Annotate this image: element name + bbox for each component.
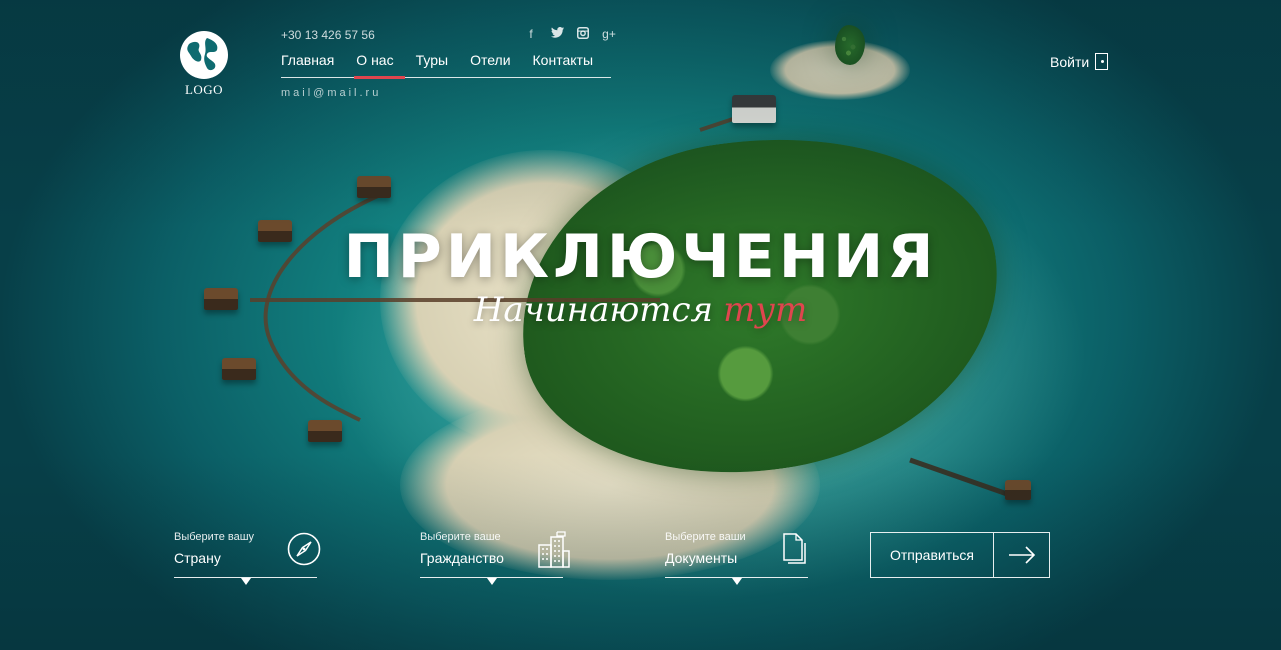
main-nav: Главная О нас Туры Отели Контакты bbox=[281, 52, 593, 76]
door-icon bbox=[1095, 53, 1109, 70]
citizenship-select[interactable]: Выберите ваше Гражданство bbox=[420, 528, 570, 585]
nav-item-home[interactable]: Главная bbox=[281, 52, 334, 76]
country-select[interactable]: Выберите вашу Страну bbox=[174, 528, 321, 585]
documents-select[interactable]: Выберите ваши Документы bbox=[665, 528, 808, 585]
google-plus-icon[interactable]: g+ bbox=[601, 27, 617, 42]
hero-title: ПРИКЛЮЧЕНИЯ bbox=[343, 222, 938, 292]
nav-underline bbox=[281, 77, 611, 78]
nav-item-tours[interactable]: Туры bbox=[416, 52, 448, 76]
social-links: f g+ bbox=[523, 27, 617, 42]
documents-select-label: Выберите ваши bbox=[665, 531, 746, 543]
documents-icon bbox=[783, 533, 806, 564]
nav-item-hotels[interactable]: Отели bbox=[470, 52, 510, 76]
login-button[interactable]: Войти bbox=[1050, 53, 1109, 70]
facebook-icon[interactable]: f bbox=[523, 27, 539, 42]
email-address[interactable]: mail@mail.ru bbox=[281, 87, 381, 99]
globe-icon bbox=[180, 31, 228, 79]
phone-number[interactable]: +30 13 426 57 56 bbox=[281, 28, 375, 42]
nav-item-about[interactable]: О нас bbox=[356, 52, 393, 76]
hero-subtitle-white: Начинаются bbox=[473, 290, 714, 330]
buildings-icon bbox=[538, 531, 570, 568]
nav-active-indicator bbox=[354, 76, 405, 79]
submit-button[interactable]: Отправиться bbox=[870, 532, 1050, 578]
chevron-down-icon bbox=[241, 578, 251, 585]
twitter-icon[interactable] bbox=[549, 27, 565, 42]
arrow-right-icon bbox=[993, 533, 1049, 577]
compass-icon bbox=[287, 532, 321, 566]
logo-text: LOGO bbox=[184, 82, 224, 97]
submit-button-label: Отправиться bbox=[890, 547, 974, 563]
hero-subtitle-accent: тут bbox=[723, 290, 808, 330]
citizenship-select-label: Выберите ваше bbox=[420, 531, 501, 543]
citizenship-select-value: Гражданство bbox=[420, 550, 504, 566]
logo[interactable]: LOGO bbox=[178, 30, 230, 100]
login-label: Войти bbox=[1050, 53, 1090, 70]
hero-subtitle: Начинаются тут bbox=[0, 290, 1281, 330]
country-select-value: Страну bbox=[174, 550, 221, 566]
chevron-down-icon bbox=[732, 578, 742, 585]
nav-item-contacts[interactable]: Контакты bbox=[533, 52, 593, 76]
documents-select-value: Документы bbox=[665, 550, 738, 566]
instagram-icon[interactable] bbox=[575, 27, 591, 42]
chevron-down-icon bbox=[487, 578, 497, 585]
country-select-label: Выберите вашу bbox=[174, 531, 255, 543]
